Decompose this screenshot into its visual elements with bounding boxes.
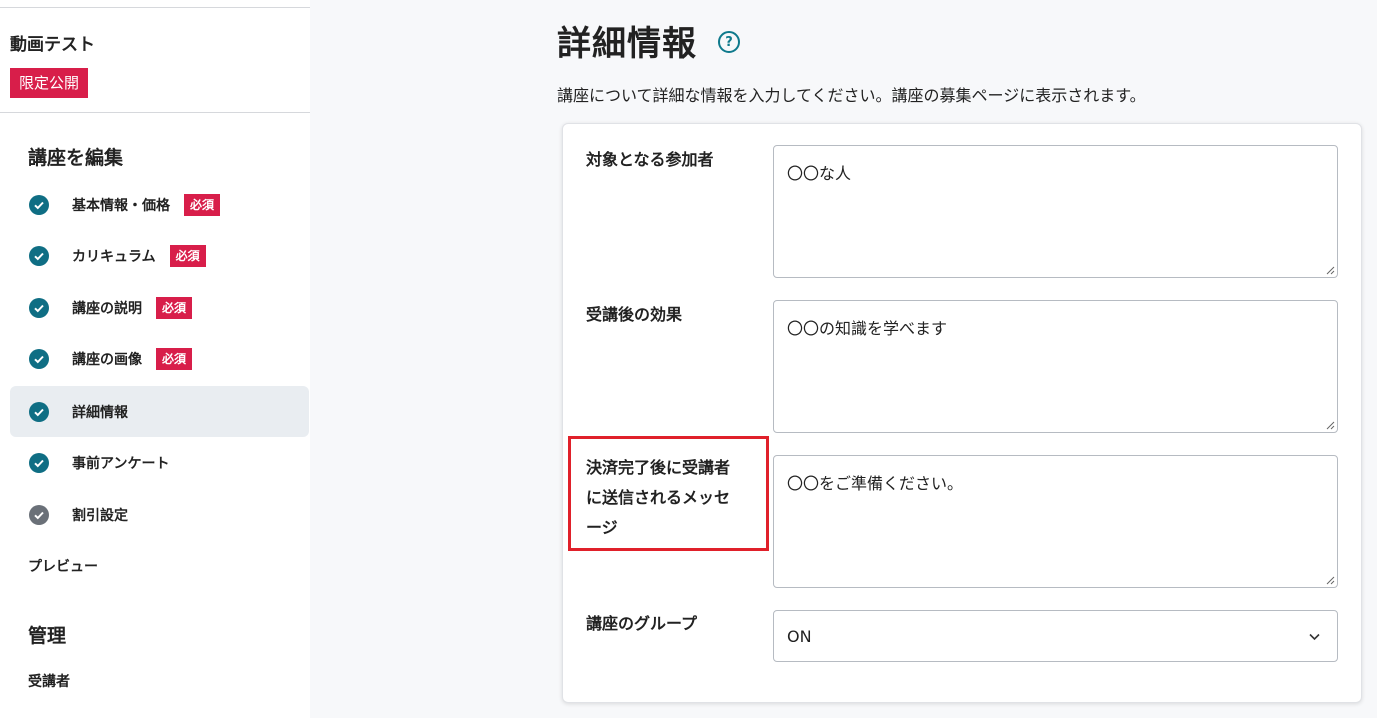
sidebar-item-description[interactable]: 講座の説明 必須 [10,282,309,333]
required-badge: 必須 [156,296,193,319]
check-circle-icon [29,348,49,369]
sidebar-item-label: 基本情報・価格 [72,197,170,214]
resize-handle-icon[interactable] [1326,266,1335,275]
sidebar-item-label: 講座の説明 [72,300,142,317]
resize-handle-icon[interactable] [1326,421,1335,430]
check-circle-icon [29,401,49,422]
effect-textarea[interactable]: 〇〇の知識を学べます [773,300,1338,433]
sidebar: 動画テスト 限定公開 講座を編集 基本情報・価格 必須 カリキュラム 必須 講座… [0,0,310,718]
sidebar-item-label: 詳細情報 [72,404,128,421]
sidebar-item-label: 講座の画像 [72,351,142,368]
page-title: 詳細情報 [557,24,697,64]
divider [0,7,310,8]
sidebar-item-preview[interactable]: プレビュー [28,556,98,576]
sidebar-item-survey[interactable]: 事前アンケート [10,437,309,488]
required-badge: 必須 [184,193,221,216]
sidebar-item-label: 割引設定 [72,507,128,524]
audience-label: 対象となる参加者 [586,150,714,169]
sidebar-item-images[interactable]: 講座の画像 必須 [10,333,309,384]
required-badge: 必須 [169,244,206,267]
required-badge: 必須 [156,347,193,370]
sidebar-item-students[interactable]: 受講者 [28,671,70,691]
chevron-down-icon [1309,633,1320,641]
highlight-annotation-box [568,436,769,551]
group-label: 講座のグループ [586,614,698,633]
group-select[interactable]: ON [773,610,1338,662]
audience-textarea[interactable]: 〇〇な人 [773,145,1338,278]
message-textarea[interactable]: 〇〇をご準備ください。 [773,455,1338,588]
check-circle-icon [29,452,49,473]
sidebar-item-discount[interactable]: 割引設定 [10,489,309,540]
effect-label: 受講後の効果 [586,305,683,324]
audience-value: 〇〇な人 [787,164,852,183]
effect-value: 〇〇の知識を学べます [787,319,948,338]
help-icon[interactable]: ? [718,31,740,53]
check-circle-icon [29,194,49,215]
sidebar-item-label: 事前アンケート [72,455,170,472]
sidebar-item-curriculum[interactable]: カリキュラム 必須 [10,230,309,281]
resize-handle-icon[interactable] [1326,576,1335,585]
manage-section-heading: 管理 [28,625,67,647]
visibility-badge: 限定公開 [10,68,89,98]
sidebar-item-label: カリキュラム [72,248,156,265]
course-title: 動画テスト [10,35,95,55]
check-circle-icon [29,297,49,318]
check-circle-icon [29,504,49,525]
sidebar-item-basic-info[interactable]: 基本情報・価格 必須 [10,179,309,230]
divider [0,112,310,113]
page-description: 講座について詳細な情報を入力してください。講座の募集ページに表示されます。 [557,86,1146,105]
group-selected-value: ON [787,626,812,646]
edit-section-heading: 講座を編集 [28,147,124,169]
check-circle-icon [29,245,49,266]
sidebar-item-details[interactable]: 詳細情報 [10,386,309,437]
message-value: 〇〇をご準備ください。 [787,474,964,493]
